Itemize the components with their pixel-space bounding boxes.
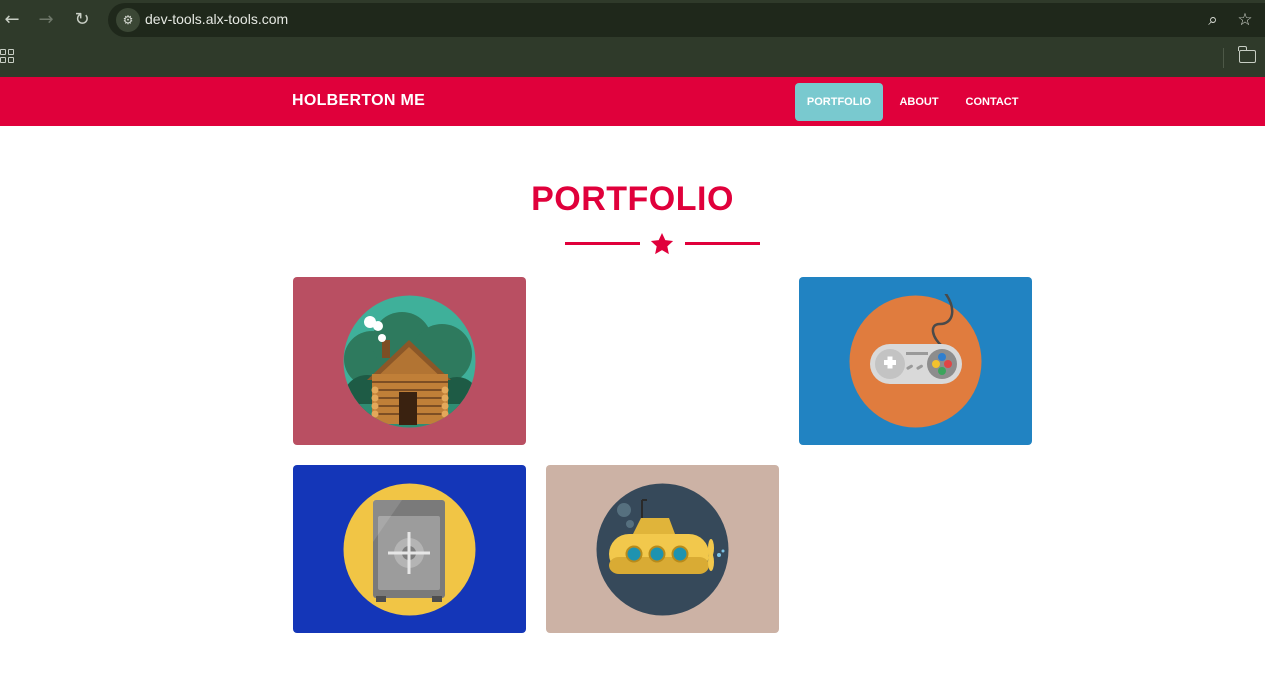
url-text[interactable]: dev-tools.alx-tools.com — [145, 11, 288, 27]
bookmark-star-icon[interactable]: ☆ — [1234, 9, 1256, 31]
divider-line-right — [685, 242, 760, 245]
bookmarks-divider — [1223, 48, 1224, 68]
safe-icon — [343, 483, 476, 616]
game-controller-icon — [849, 294, 982, 428]
bookmarks-bar — [0, 40, 1265, 77]
portfolio-item-game-controller[interactable] — [799, 277, 1032, 445]
address-bar[interactable]: ⚙ dev-tools.alx-tools.com ⌕ ☆ — [108, 3, 1265, 37]
submarine-icon — [596, 483, 729, 616]
log-cabin-icon — [343, 295, 476, 428]
portfolio-item-safe[interactable] — [293, 465, 526, 633]
reload-icon[interactable]: ↻ — [70, 8, 94, 32]
apps-grid-icon[interactable] — [0, 49, 16, 65]
zoom-icon[interactable]: ⌕ — [1202, 9, 1224, 31]
brand-logo[interactable]: HOLBERTON ME — [292, 92, 425, 110]
portfolio-item-cabin[interactable] — [293, 277, 526, 445]
nav-portfolio[interactable]: PORTFOLIO — [795, 83, 883, 121]
forward-arrow-icon[interactable]: → — [34, 8, 58, 32]
portfolio-title: PORTFOLIO — [531, 180, 734, 218]
nav-contact[interactable]: CONTACT — [955, 83, 1029, 121]
nav-about[interactable]: ABOUT — [889, 83, 949, 121]
site-header: HOLBERTON ME PORTFOLIO ABOUT CONTACT — [0, 77, 1265, 126]
divider-line-left — [565, 242, 640, 245]
portfolio-item-submarine[interactable] — [546, 465, 779, 633]
browser-toolbar: ← → ↻ ⚙ dev-tools.alx-tools.com ⌕ ☆ — [0, 0, 1265, 40]
back-arrow-icon[interactable]: ← — [0, 8, 24, 32]
folder-icon[interactable] — [1238, 46, 1256, 63]
site-settings-icon[interactable]: ⚙ — [116, 8, 140, 32]
star-icon — [650, 232, 674, 255]
